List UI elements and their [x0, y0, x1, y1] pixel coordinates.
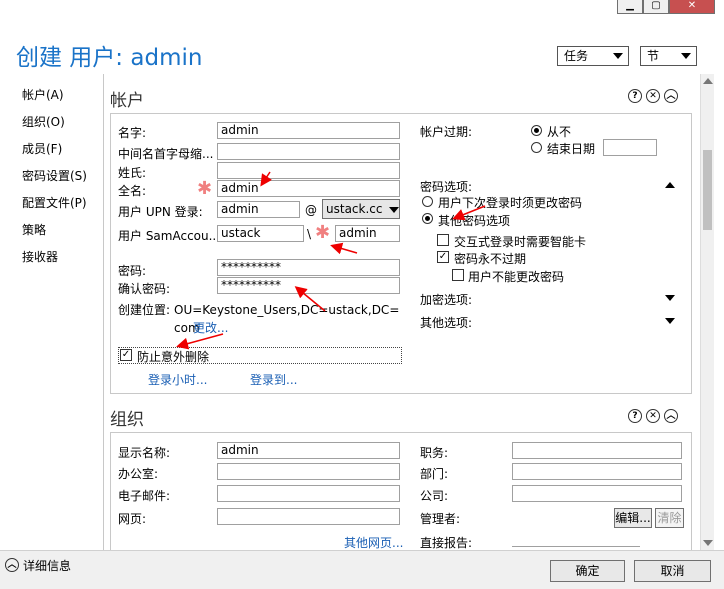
- company-label: 公司:: [420, 489, 449, 503]
- company-field[interactable]: [512, 485, 682, 502]
- close-icon[interactable]: ✕: [646, 409, 660, 423]
- organization-section-title: 组织: [110, 410, 144, 430]
- manager-label: 管理者:: [420, 512, 461, 526]
- clear-manager-button[interactable]: 清除: [655, 508, 684, 528]
- department-label: 部门:: [420, 467, 449, 481]
- other-web-pages-link[interactable]: 其他网页...: [344, 534, 403, 551]
- email-field[interactable]: [217, 485, 400, 502]
- details-label[interactable]: 详细信息: [23, 557, 71, 574]
- scroll-down-icon[interactable]: [703, 540, 713, 546]
- display-name-field[interactable]: admin: [217, 442, 400, 459]
- cancel-button[interactable]: 取消: [634, 560, 711, 582]
- edit-manager-button[interactable]: 编辑...: [614, 508, 652, 528]
- office-field[interactable]: [217, 463, 400, 480]
- main-scrollbar[interactable]: [700, 74, 714, 550]
- scrollbar-thumb[interactable]: [703, 150, 712, 230]
- job-title-field[interactable]: [512, 442, 682, 459]
- email-label: 电子邮件:: [118, 489, 171, 503]
- expand-details-icon[interactable]: ︿: [5, 558, 19, 572]
- ok-button[interactable]: 确定: [550, 560, 625, 582]
- web-page-field[interactable]: [217, 508, 400, 525]
- job-title-label: 职务:: [420, 446, 449, 460]
- help-icon[interactable]: ?: [628, 409, 642, 423]
- organization-section-controls: ? ✕ ︿: [628, 409, 678, 423]
- collapse-icon[interactable]: ︿: [664, 409, 678, 423]
- office-label: 办公室:: [118, 467, 159, 481]
- web-page-label: 网页:: [118, 512, 147, 526]
- department-field[interactable]: [512, 463, 682, 480]
- display-name-label: 显示名称:: [118, 446, 171, 460]
- scroll-up-icon[interactable]: [703, 78, 713, 84]
- direct-reports-label: 直接报告:: [420, 536, 473, 550]
